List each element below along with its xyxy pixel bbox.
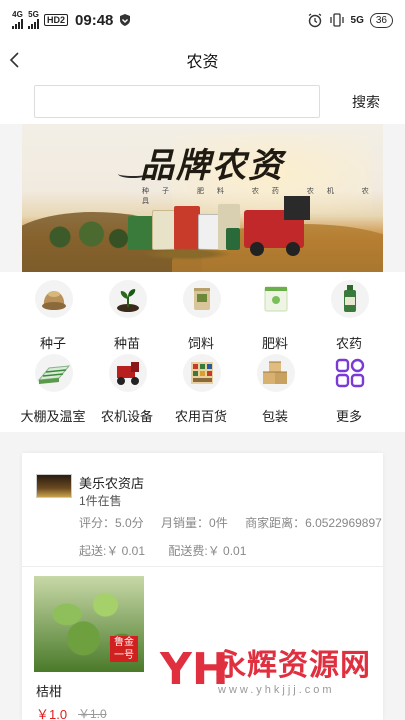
fertilizer-bag-icon bbox=[257, 280, 295, 318]
category-machinery[interactable]: 农机设备 bbox=[91, 350, 163, 424]
product-tag: 鲁金一号 bbox=[110, 636, 138, 662]
watermark-logo-icon: YH bbox=[160, 644, 229, 695]
category-pesticide[interactable]: 农药 bbox=[313, 276, 385, 351]
battery-icon: 36 bbox=[369, 12, 393, 28]
category-general-goods[interactable]: 农用百货 bbox=[165, 350, 237, 424]
status-bar: 4G 5G HD2 09:48 5G 36 bbox=[0, 0, 405, 40]
boxes-icon bbox=[257, 354, 295, 392]
seedling-icon bbox=[109, 280, 147, 318]
page-title: 农资 bbox=[186, 54, 219, 71]
cellular-signal-icon-2: 5G bbox=[28, 11, 39, 29]
divider bbox=[22, 566, 383, 567]
search-button[interactable]: 搜索 bbox=[342, 86, 390, 118]
search-bar: 搜索 bbox=[0, 80, 405, 124]
general-goods-icon bbox=[183, 354, 221, 392]
shop-distance: 商家距离：6.0522969897 bbox=[245, 516, 382, 530]
seed-bag-icon bbox=[35, 280, 73, 318]
product-item[interactable]: 鲁金一号 桔柑 ￥1.0 ￥1.0 bbox=[34, 576, 144, 720]
nav-header: 农资 bbox=[0, 40, 405, 80]
watermark-text: 永辉资源网 bbox=[216, 649, 371, 682]
shield-icon bbox=[120, 14, 131, 26]
category-more[interactable]: 更多 bbox=[313, 350, 385, 424]
more-grid-icon bbox=[331, 354, 369, 392]
shop-fees: 起送:￥ 0.01 配送费:￥ 0.01 bbox=[79, 542, 266, 559]
category-feed[interactable]: 饲料 bbox=[165, 276, 237, 351]
tractor-icon bbox=[109, 354, 147, 392]
watermark: YH 永辉资源网 www.yhkjjj.com bbox=[160, 640, 400, 706]
status-time: 09:48 bbox=[75, 11, 114, 29]
shop-name[interactable]: 美乐农资店 bbox=[79, 473, 144, 492]
category-seedlings[interactable]: 种苗 bbox=[91, 276, 163, 351]
product-price: ￥1.0 bbox=[36, 707, 68, 720]
greenhouse-icon bbox=[35, 354, 73, 392]
network-type-1: 4G bbox=[12, 10, 23, 19]
banner-subtitle: 种子 肥料 农药 农机 农具 bbox=[142, 188, 382, 205]
chevron-left-icon[interactable] bbox=[8, 46, 32, 74]
watermark-url: www.yhkjjj.com bbox=[218, 684, 335, 696]
network-type-2: 5G bbox=[28, 10, 39, 19]
pesticide-bottle-icon bbox=[331, 280, 369, 318]
category-grid: 种子 种苗 饲料 肥料 农药 大棚及温室 农机设备 农用百货 包装 更多 bbox=[0, 272, 405, 432]
product-image: 鲁金一号 bbox=[34, 576, 144, 672]
shop-logo bbox=[36, 474, 72, 498]
shop-stats: 评分：5.0分 月销量：0件 商家距离：6.0522969897 bbox=[79, 514, 383, 531]
category-label: 更多 bbox=[335, 409, 362, 424]
shop-on-sale-count: 1件在售 bbox=[79, 494, 122, 508]
product-name: 桔柑 bbox=[36, 684, 63, 699]
banner-title: 品牌农资 bbox=[140, 146, 284, 186]
search-input[interactable] bbox=[34, 85, 320, 118]
cellular-signal-icon: 4G bbox=[12, 11, 23, 29]
hd-voice-icon: HD2 bbox=[44, 14, 69, 26]
vibrate-icon bbox=[329, 13, 344, 27]
product-old-price: ￥1.0 bbox=[78, 707, 107, 720]
delivery-fee: 配送费:￥ 0.01 bbox=[168, 544, 247, 558]
alarm-icon bbox=[308, 13, 321, 28]
network-type-right: 5G bbox=[350, 14, 364, 26]
category-seeds[interactable]: 种子 bbox=[17, 276, 89, 351]
shop-rating: 评分：5.0分 bbox=[79, 516, 144, 530]
category-fertilizer[interactable]: 肥料 bbox=[239, 276, 311, 351]
min-order: 起送:￥ 0.01 bbox=[79, 544, 146, 558]
category-greenhouse[interactable]: 大棚及温室 bbox=[17, 350, 89, 424]
shop-monthly-sales: 月销量：0件 bbox=[161, 516, 228, 530]
promo-banner[interactable]: 品牌农资 种子 肥料 农药 农机 农具 bbox=[22, 124, 383, 272]
category-packaging[interactable]: 包装 bbox=[239, 350, 311, 424]
feed-bag-icon bbox=[183, 280, 221, 318]
